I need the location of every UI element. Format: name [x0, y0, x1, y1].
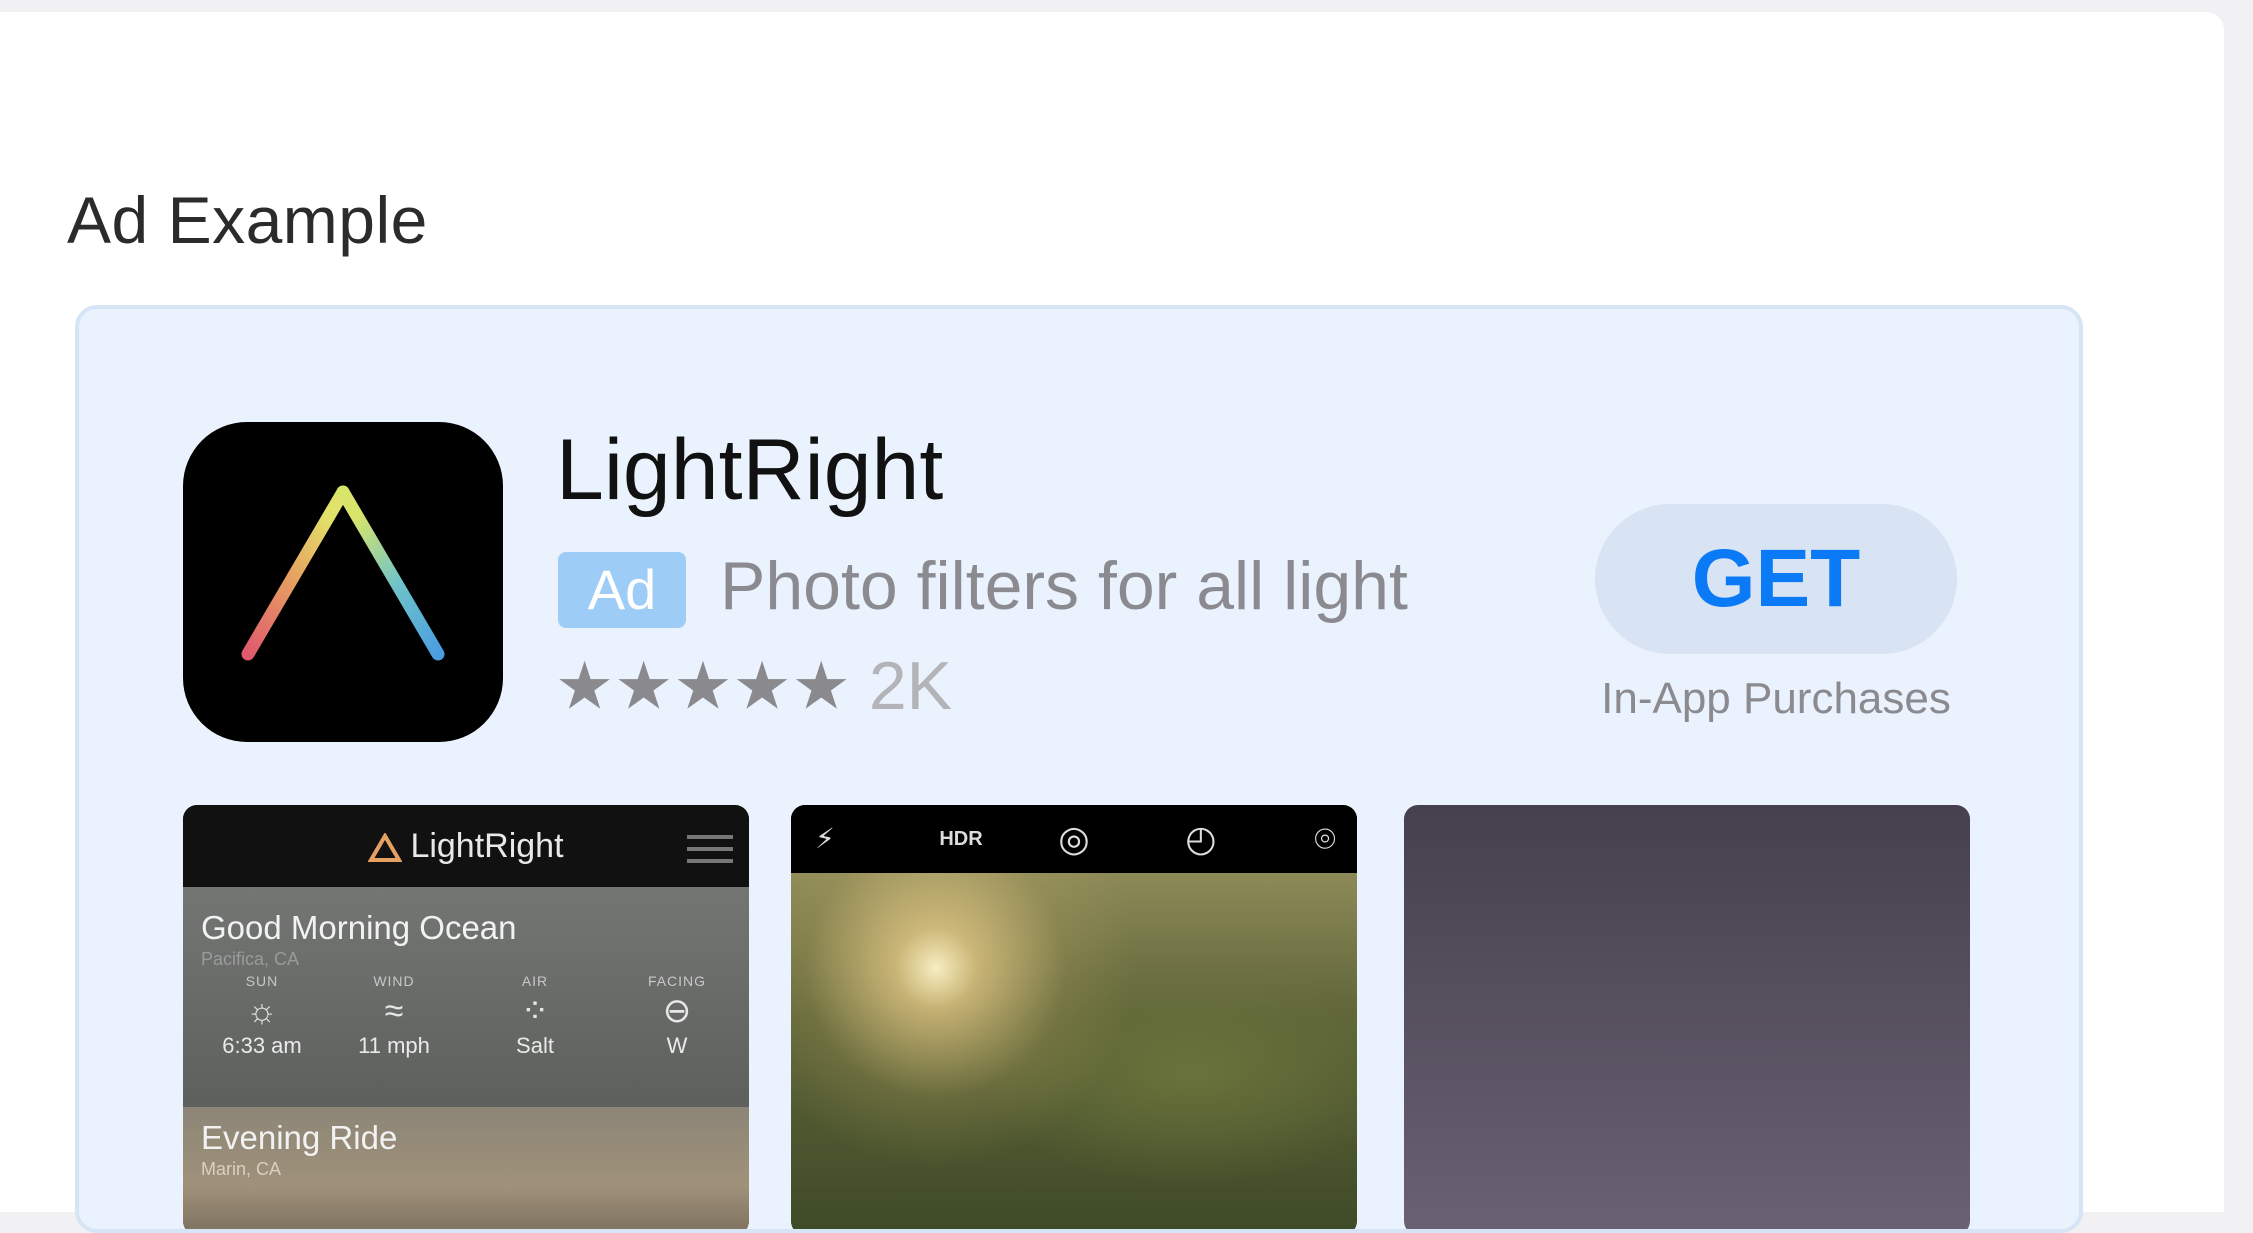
in-app-purchases-label: In-App Purchases — [1601, 674, 1951, 723]
triangle-logo-icon — [241, 485, 445, 661]
card-title: Evening Ride — [201, 1119, 398, 1156]
hdr-icon: HDR — [939, 828, 983, 850]
compass-icon: ⊖ — [662, 992, 692, 1030]
tree-sunlight-photo — [791, 873, 1357, 1229]
live-photo-icon: ◎ — [1058, 818, 1090, 859]
card-title: Good Morning Ocean — [201, 909, 517, 946]
camera-flip-icon: ⌾ — [1314, 818, 1336, 859]
app-screenshot-2[interactable]: ⚡ HDR ◎ ◴ ⌾ — [791, 805, 1357, 1229]
section-title: Ad Example — [67, 183, 428, 257]
app-screenshot-1[interactable]: LightRight Good Morning Ocean Pacifica, … — [183, 805, 749, 1229]
app-icon[interactable] — [183, 422, 503, 742]
screenshot-app-title: LightRight — [183, 805, 749, 887]
hamburger-menu-icon — [687, 827, 733, 871]
get-button[interactable]: GET — [1595, 504, 1957, 654]
app-name[interactable]: LightRight — [556, 421, 943, 520]
sun-cloud-icon: ☼ — [246, 992, 278, 1030]
rating: ★★★★★ 2K — [555, 647, 952, 727]
timer-icon: ◴ — [1185, 818, 1217, 859]
stat-air: AIR ⁘ Salt — [480, 973, 590, 1059]
screenshot-weather-card: Good Morning Ocean Pacifica, CA SUN ☼ 6:… — [183, 887, 749, 1107]
ad-card[interactable]: LightRight Ad Photo filters for all ligh… — [75, 305, 2083, 1233]
ad-badge: Ad — [558, 552, 686, 628]
card-location: Pacifica, CA — [201, 949, 300, 969]
rating-count: 2K — [868, 648, 953, 724]
app-subtitle: Photo filters for all light — [720, 548, 1408, 624]
stat-sun: SUN ☼ 6:33 am — [207, 973, 317, 1059]
wind-icon: ≈ — [384, 992, 404, 1030]
flash-off-icon: ⚡ — [815, 823, 835, 854]
stat-facing: FACING ⊖ W — [622, 973, 732, 1059]
stat-wind: WIND ≈ 11 mph — [339, 973, 449, 1059]
star-rating-icon: ★★★★★ — [555, 648, 851, 723]
air-particles-icon: ⁘ — [520, 992, 550, 1030]
screenshot-evening-card: Evening Ride Marin, CA — [183, 1107, 749, 1229]
card-location: Marin, CA — [201, 1159, 282, 1179]
page-panel: Ad Example LightRight Ad Photo filters f… — [0, 12, 2224, 1233]
triangle-logo-icon — [368, 833, 403, 863]
app-screenshot-3[interactable] — [1404, 805, 1970, 1229]
